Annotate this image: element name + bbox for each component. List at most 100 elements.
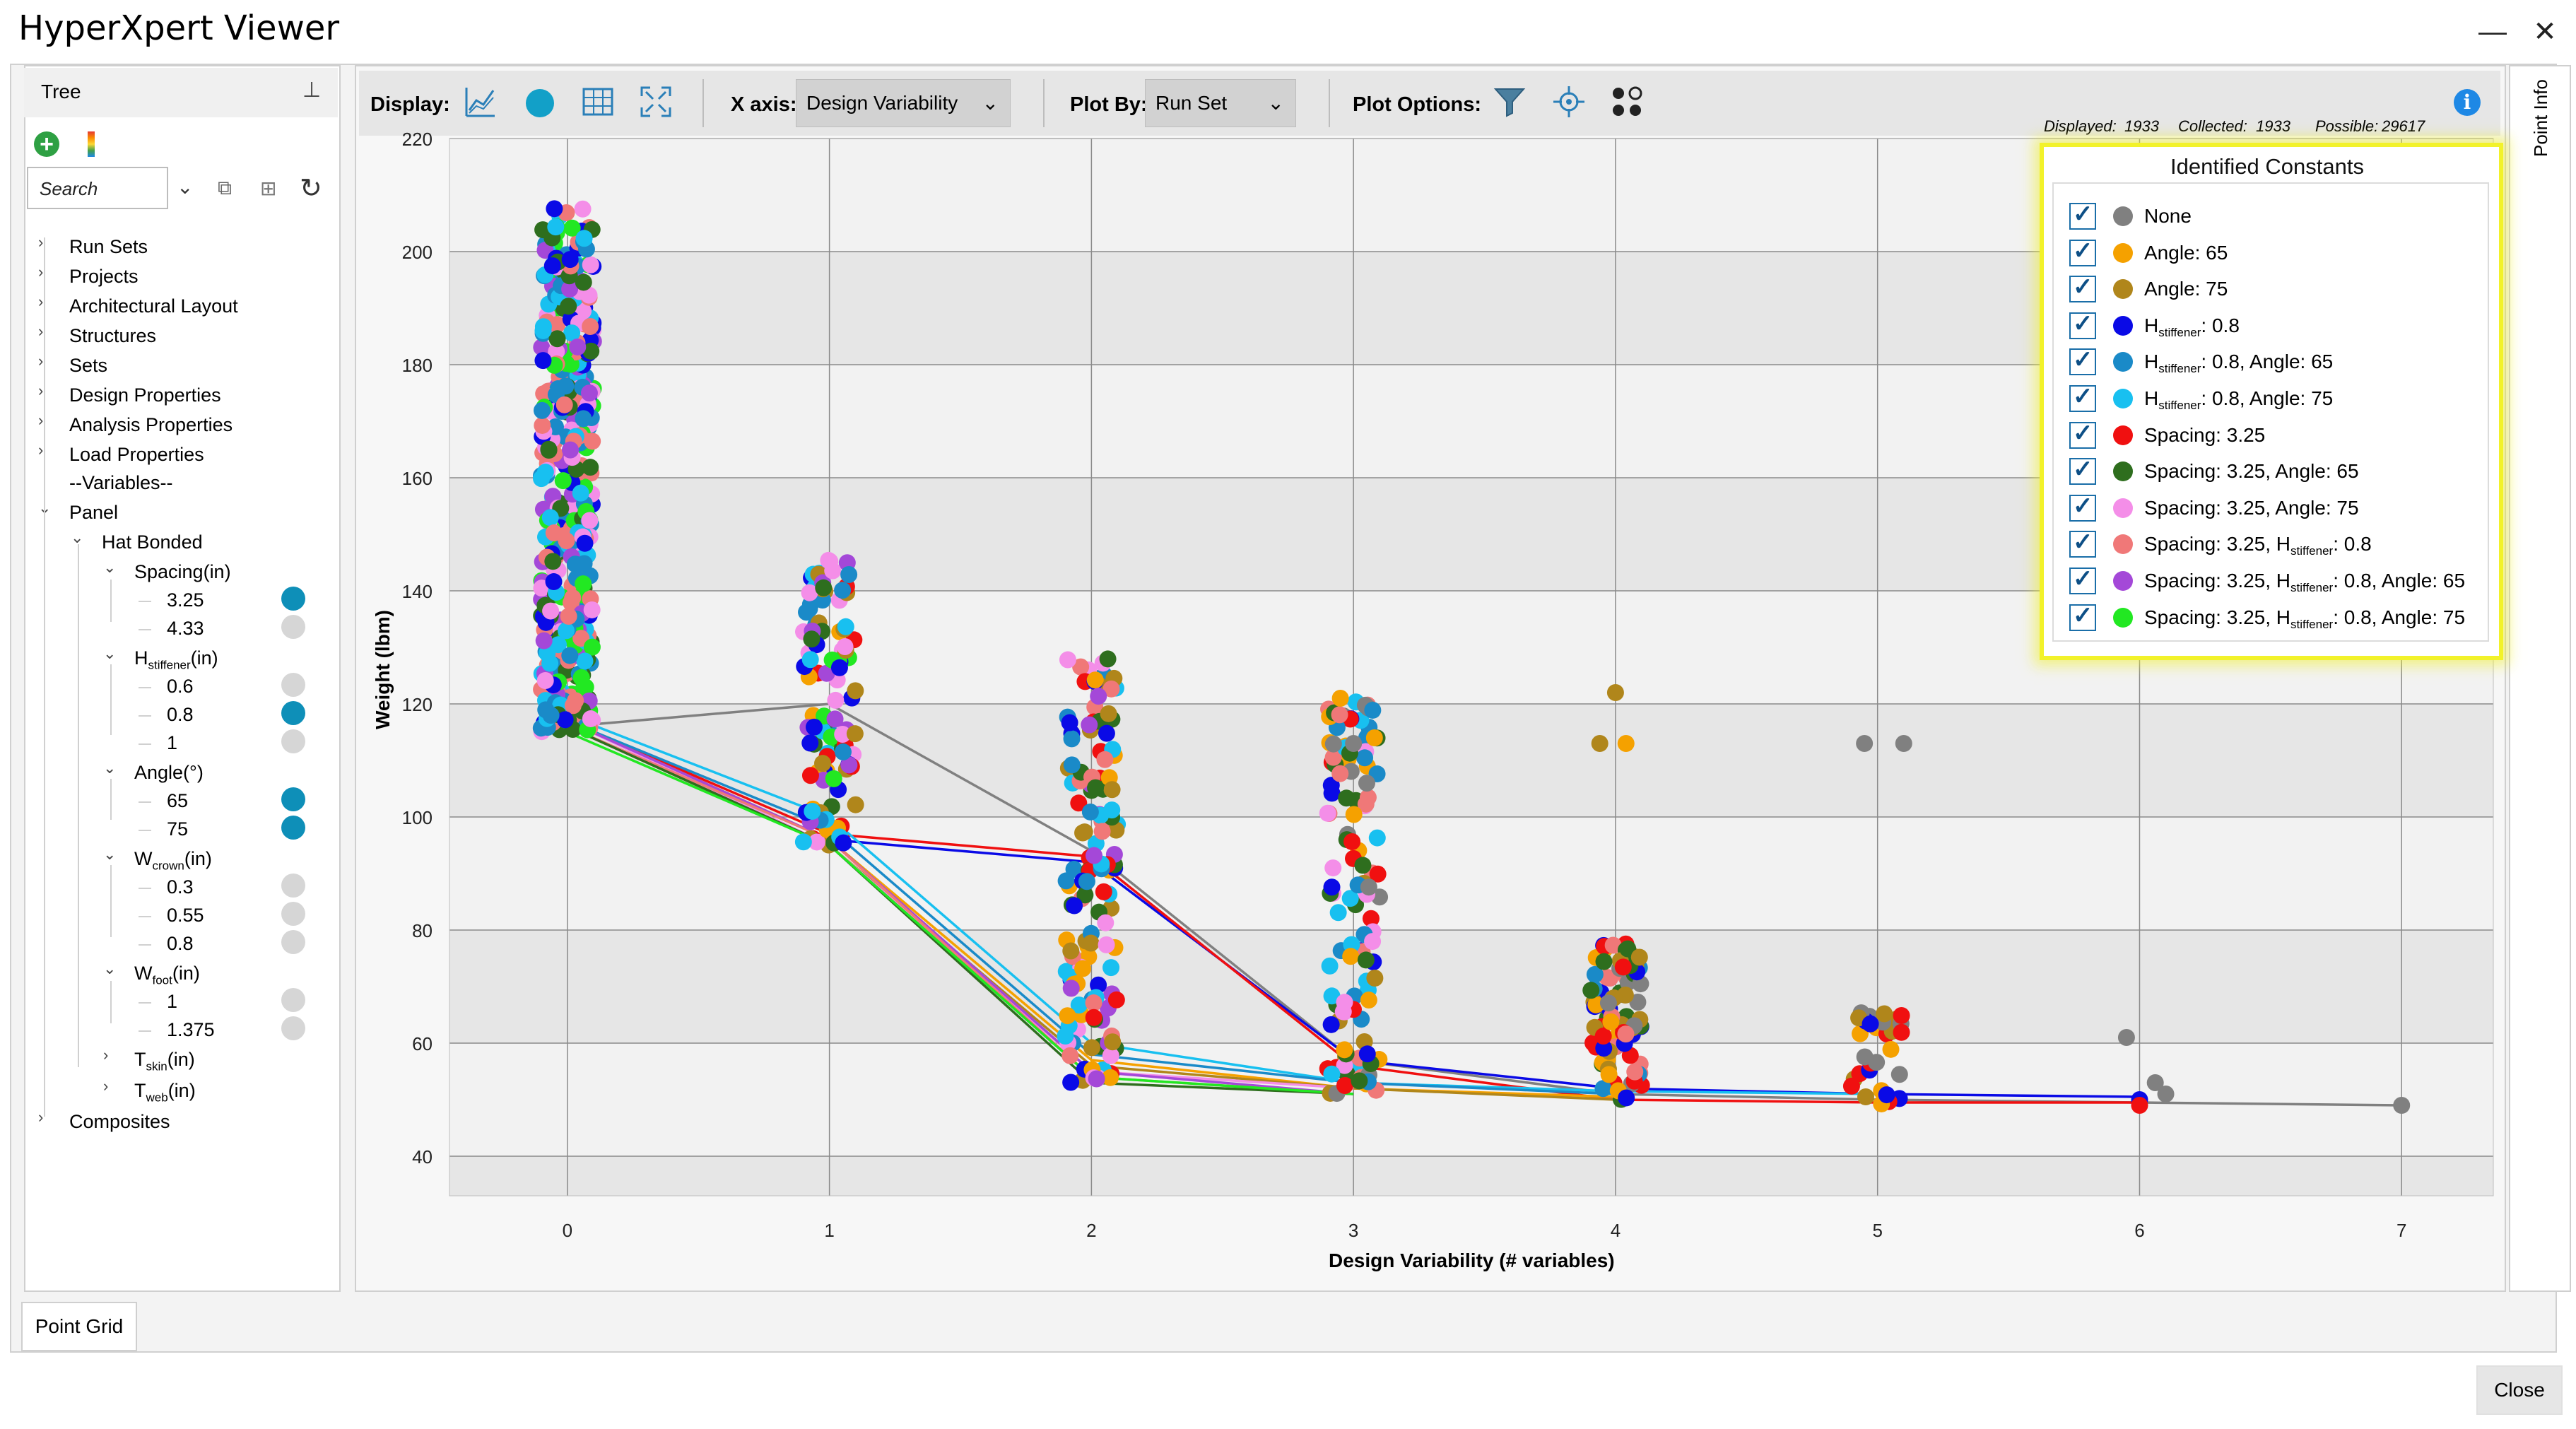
data-point[interactable] — [547, 218, 565, 236]
data-point[interactable] — [825, 770, 842, 787]
data-point[interactable] — [1630, 948, 1648, 966]
data-point[interactable] — [1057, 872, 1075, 890]
data-point[interactable] — [1856, 735, 1874, 752]
data-point[interactable] — [827, 691, 845, 709]
data-point[interactable] — [1364, 701, 1382, 719]
data-point[interactable] — [536, 672, 554, 690]
data-point[interactable] — [1599, 994, 1617, 1012]
data-point[interactable] — [1103, 801, 1121, 819]
data-point[interactable] — [1107, 991, 1125, 1008]
data-point[interactable] — [1357, 951, 1375, 969]
data-point[interactable] — [1345, 735, 1363, 752]
data-point[interactable] — [1082, 934, 1100, 952]
data-point[interactable] — [576, 652, 594, 670]
data-point[interactable] — [1329, 904, 1347, 922]
data-point[interactable] — [1600, 1066, 1618, 1083]
data-point[interactable] — [1057, 1028, 1074, 1045]
data-point[interactable] — [558, 622, 575, 640]
data-point[interactable] — [1063, 730, 1081, 748]
data-point[interactable] — [1882, 1040, 1900, 1058]
data-point[interactable] — [1345, 806, 1363, 823]
data-point[interactable] — [803, 630, 821, 648]
data-point[interactable] — [1591, 735, 1608, 752]
data-point[interactable] — [564, 589, 582, 606]
data-point[interactable] — [557, 377, 575, 395]
data-point[interactable] — [1099, 650, 1117, 668]
legend-checkbox[interactable] — [2069, 455, 2096, 486]
data-point[interactable] — [545, 524, 563, 542]
data-point[interactable] — [1331, 690, 1349, 707]
data-point[interactable] — [542, 602, 560, 620]
legend-checkbox[interactable] — [2069, 346, 2096, 376]
data-point[interactable] — [572, 484, 589, 502]
data-point[interactable] — [1087, 779, 1105, 796]
data-point[interactable] — [1856, 1048, 1874, 1066]
data-point[interactable] — [540, 440, 558, 458]
data-point[interactable] — [847, 682, 864, 700]
data-point[interactable] — [804, 802, 821, 820]
data-point[interactable] — [575, 575, 592, 593]
data-point[interactable] — [1365, 729, 1383, 746]
data-point[interactable] — [555, 396, 573, 413]
data-point[interactable] — [1098, 936, 1115, 953]
legend-checkbox[interactable] — [2069, 492, 2096, 522]
data-point[interactable] — [1876, 1005, 1893, 1023]
data-point[interactable] — [805, 718, 823, 736]
data-point[interactable] — [534, 416, 551, 434]
data-point[interactable] — [569, 338, 587, 355]
data-point[interactable] — [576, 534, 594, 552]
data-point[interactable] — [1895, 735, 1912, 752]
data-point[interactable] — [1331, 706, 1348, 724]
data-point[interactable] — [544, 553, 562, 570]
data-point[interactable] — [801, 734, 819, 752]
data-point[interactable] — [1061, 714, 1078, 731]
data-point[interactable] — [801, 651, 819, 669]
data-point[interactable] — [1323, 1065, 1341, 1083]
data-point[interactable] — [1085, 994, 1102, 1012]
data-point[interactable] — [1322, 1016, 1340, 1033]
data-point[interactable] — [1618, 1089, 1635, 1107]
data-point[interactable] — [572, 669, 590, 686]
data-point[interactable] — [830, 659, 848, 676]
data-point[interactable] — [575, 410, 592, 428]
data-point[interactable] — [1594, 1028, 1612, 1045]
data-point[interactable] — [1097, 914, 1114, 931]
data-point[interactable] — [1336, 994, 1353, 1011]
data-point[interactable] — [1842, 1077, 1860, 1095]
data-point[interactable] — [1059, 651, 1076, 669]
data-point[interactable] — [1104, 1033, 1122, 1051]
data-point[interactable] — [533, 401, 551, 419]
data-point[interactable] — [554, 472, 572, 490]
data-point[interactable] — [561, 441, 579, 459]
data-point[interactable] — [1324, 735, 1342, 753]
data-point[interactable] — [836, 638, 854, 656]
data-point[interactable] — [1102, 959, 1120, 977]
data-point[interactable] — [834, 582, 852, 599]
data-point[interactable] — [1061, 1047, 1079, 1064]
legend-checkbox[interactable] — [2069, 565, 2096, 594]
data-point[interactable] — [840, 565, 858, 583]
legend-checkbox[interactable] — [2069, 273, 2096, 303]
data-point[interactable] — [1074, 960, 1092, 977]
data-point[interactable] — [2131, 1097, 2148, 1114]
data-point[interactable] — [1602, 1013, 1620, 1030]
data-point[interactable] — [1062, 1074, 1080, 1091]
data-point[interactable] — [583, 601, 601, 618]
data-point[interactable] — [1096, 751, 1114, 768]
data-point[interactable] — [1360, 878, 1377, 896]
data-point[interactable] — [814, 755, 832, 772]
data-point[interactable] — [1319, 804, 1336, 822]
data-point[interactable] — [535, 632, 553, 649]
data-point[interactable] — [1878, 1086, 1895, 1104]
data-point[interactable] — [575, 274, 592, 291]
data-point[interactable] — [1078, 873, 1095, 890]
data-point[interactable] — [1351, 1072, 1368, 1090]
data-point[interactable] — [1617, 1025, 1635, 1043]
data-point[interactable] — [1356, 749, 1374, 767]
data-point[interactable] — [1582, 982, 1600, 999]
data-point[interactable] — [1617, 735, 1635, 752]
data-point[interactable] — [1062, 942, 1080, 960]
data-point[interactable] — [1323, 878, 1341, 896]
data-point[interactable] — [801, 767, 819, 784]
data-point[interactable] — [834, 743, 852, 760]
